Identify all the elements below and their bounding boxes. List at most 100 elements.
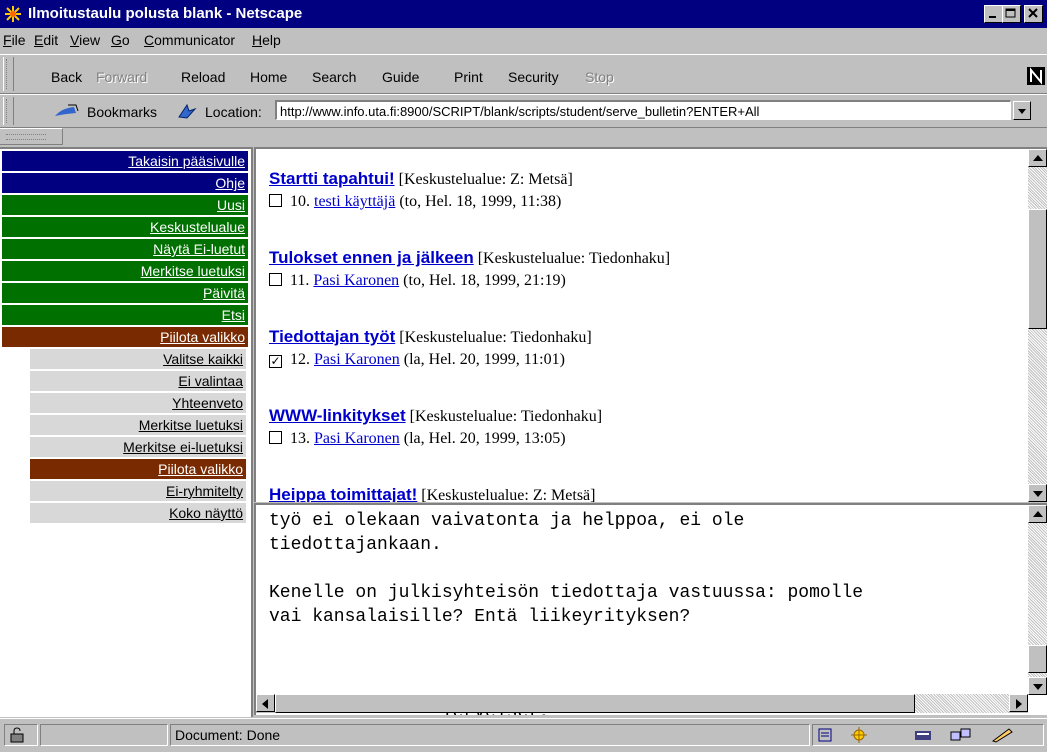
entry-checkbox-checked[interactable]: ✓	[269, 355, 282, 368]
sidebar-item-label[interactable]: Uusi	[217, 197, 245, 213]
sidebar-item-label[interactable]: Merkitse luetuksi	[139, 417, 243, 433]
sidebar-item-full-screen[interactable]: Koko näyttö	[30, 503, 246, 523]
entry-checkbox[interactable]	[269, 431, 282, 444]
close-button[interactable]	[1024, 5, 1043, 23]
scroll-thumb[interactable]	[1028, 209, 1047, 329]
sidebar-item-label[interactable]: Näytä Ei-luetut	[153, 241, 245, 257]
scroll-left-button[interactable]	[256, 694, 275, 712]
scroll-down-button[interactable]	[1028, 677, 1047, 695]
entry-title-link[interactable]: Startti tapahtui!	[269, 169, 395, 188]
entry-title-link[interactable]: Heippa toimittajat!	[269, 485, 417, 502]
toolbar-grip[interactable]	[3, 57, 14, 91]
scroll-up-button[interactable]	[1028, 505, 1047, 523]
sidebar-item-select-none[interactable]: Ei valintaa	[30, 371, 246, 391]
navigator-icon[interactable]	[817, 727, 833, 743]
location-icon[interactable]	[177, 103, 197, 119]
sidebar-item-label[interactable]: Ohje	[215, 175, 245, 191]
netscape-n-icon[interactable]	[1027, 67, 1045, 85]
sidebar-item-select-all[interactable]: Valitse kaikki	[30, 349, 246, 369]
sidebar-item-label[interactable]: Merkitse luetuksi	[141, 263, 245, 279]
entry-author-link[interactable]: Pasi Karonen	[314, 351, 400, 368]
sidebar-item-label[interactable]: Ei valintaa	[178, 373, 243, 389]
bookmarks-button[interactable]: Bookmarks	[87, 104, 157, 120]
menu-view[interactable]: View	[70, 32, 100, 48]
message-horizontal-scrollbar[interactable]	[256, 694, 1028, 713]
entry-author-link[interactable]: Pasi Karonen	[314, 430, 400, 447]
sidebar-item-ungrouped[interactable]: Ei-ryhmitelty	[30, 481, 246, 501]
sidebar-item-label[interactable]: Takaisin pääsivulle	[128, 153, 245, 169]
entry-checkbox[interactable]	[269, 194, 282, 207]
scroll-up-button[interactable]	[1028, 149, 1047, 167]
security-lock-cell[interactable]	[4, 724, 38, 746]
url-dropdown-button[interactable]	[1013, 101, 1031, 120]
menu-communicator[interactable]: Communicator	[144, 32, 235, 48]
bulletin-entry: Startti tapahtui! [Keskustelualue: Z: Me…	[269, 169, 573, 211]
entry-checkbox[interactable]	[269, 273, 282, 286]
menu-help[interactable]: Help	[252, 32, 281, 48]
menu-file-accel: F	[3, 32, 12, 48]
sidebar-item-label[interactable]: Koko näyttö	[169, 505, 243, 521]
bulletin-vertical-scrollbar[interactable]	[1028, 149, 1047, 502]
horizontal-scroll-track[interactable]	[915, 694, 1009, 713]
sidebar-item-label[interactable]: Ei-ryhmitelty	[166, 483, 243, 499]
sidebar-item-label[interactable]: Valitse kaikki	[163, 351, 243, 367]
scroll-right-button[interactable]	[1009, 694, 1028, 712]
forward-button[interactable]: Forward	[96, 69, 147, 85]
sidebar-item-mark-read-selected[interactable]: Merkitse luetuksi	[30, 415, 246, 435]
print-button[interactable]: Print	[454, 69, 483, 85]
scroll-thumb[interactable]	[1028, 645, 1047, 673]
security-button[interactable]: Security	[508, 69, 559, 85]
location-grip[interactable]	[3, 97, 14, 125]
scroll-down-button[interactable]	[1028, 484, 1047, 502]
sidebar-item-back-to-main[interactable]: Takaisin pääsivulle	[2, 151, 248, 171]
conference-icon[interactable]	[949, 727, 973, 743]
home-button[interactable]: Home	[250, 69, 287, 85]
menu-edit[interactable]: Edit	[34, 32, 58, 48]
entry-title-link[interactable]: Tiedottajan työt	[269, 327, 395, 346]
sidebar-item-show-unread[interactable]: Näytä Ei-luetut	[2, 239, 248, 259]
reload-button[interactable]: Reload	[181, 69, 225, 85]
edit-pen-icon[interactable]	[991, 727, 1015, 743]
sidebar-item-hide-menu[interactable]: Piilota valikko	[2, 327, 248, 347]
entry-title-link[interactable]: WWW-linkitykset	[269, 406, 406, 425]
guide-button[interactable]: Guide	[382, 69, 419, 85]
minimize-button[interactable]	[984, 5, 1003, 23]
collapsed-toolbar-tab[interactable]	[0, 128, 63, 145]
entry-author-link[interactable]: testi käyttäjä	[314, 193, 395, 210]
maximize-button[interactable]	[1002, 5, 1021, 23]
entry-number: 12.	[290, 351, 310, 368]
sidebar-item-discussion-area[interactable]: Keskustelualue	[2, 217, 248, 237]
entry-title-link[interactable]: Tulokset ennen ja jälkeen	[269, 248, 474, 267]
sidebar-item-summary[interactable]: Yhteenveto	[30, 393, 246, 413]
sidebar-item-label[interactable]: Merkitse ei-luetuksi	[123, 439, 243, 455]
sidebar-item-label[interactable]: Yhteenveto	[172, 395, 243, 411]
url-input[interactable]: http://www.info.uta.fi:8900/SCRIPT/blank…	[275, 100, 1011, 120]
stop-button[interactable]: Stop	[585, 69, 614, 85]
sidebar-item-label[interactable]: Piilota valikko	[160, 329, 245, 345]
sidebar-item-hide-menu-2[interactable]: Piilota valikko	[30, 459, 246, 479]
composer-icon[interactable]	[913, 727, 935, 743]
search-button[interactable]: Search	[312, 69, 356, 85]
sidebar-item-new[interactable]: Uusi	[2, 195, 248, 215]
messenger-icon[interactable]	[849, 726, 869, 744]
sidebar-item-label[interactable]: Päivitä	[203, 285, 245, 301]
location-toolbar: Bookmarks Location: http://www.info.uta.…	[0, 94, 1047, 128]
sidebar-item-mark-read[interactable]: Merkitse luetuksi	[2, 261, 248, 281]
sidebar-item-label[interactable]: Piilota valikko	[158, 461, 243, 477]
horizontal-scroll-thumb[interactable]	[275, 694, 915, 713]
menu-file[interactable]: File	[3, 32, 26, 48]
sidebar-item-search[interactable]: Etsi	[2, 305, 248, 325]
entry-date: (to, Hel. 18, 1999, 21:19)	[403, 272, 566, 289]
sidebar-item-label[interactable]: Keskustelualue	[150, 219, 245, 235]
sidebar-item-help[interactable]: Ohje	[2, 173, 248, 193]
menu-bar: File Edit View Go Communicator Help	[0, 30, 1047, 50]
sidebar-item-refresh[interactable]: Päivitä	[2, 283, 248, 303]
sidebar-item-mark-unread[interactable]: Merkitse ei-luetuksi	[30, 437, 246, 457]
title-bar[interactable]: Ilmoitustaulu polusta blank - Netscape	[0, 0, 1047, 28]
message-vertical-scrollbar[interactable]	[1028, 505, 1047, 695]
back-button[interactable]: Back	[51, 69, 82, 85]
menu-go[interactable]: Go	[111, 32, 130, 48]
entry-author-link[interactable]: Pasi Karonen	[313, 272, 399, 289]
bookmarks-icon[interactable]	[54, 103, 80, 119]
sidebar-item-label[interactable]: Etsi	[222, 307, 245, 323]
